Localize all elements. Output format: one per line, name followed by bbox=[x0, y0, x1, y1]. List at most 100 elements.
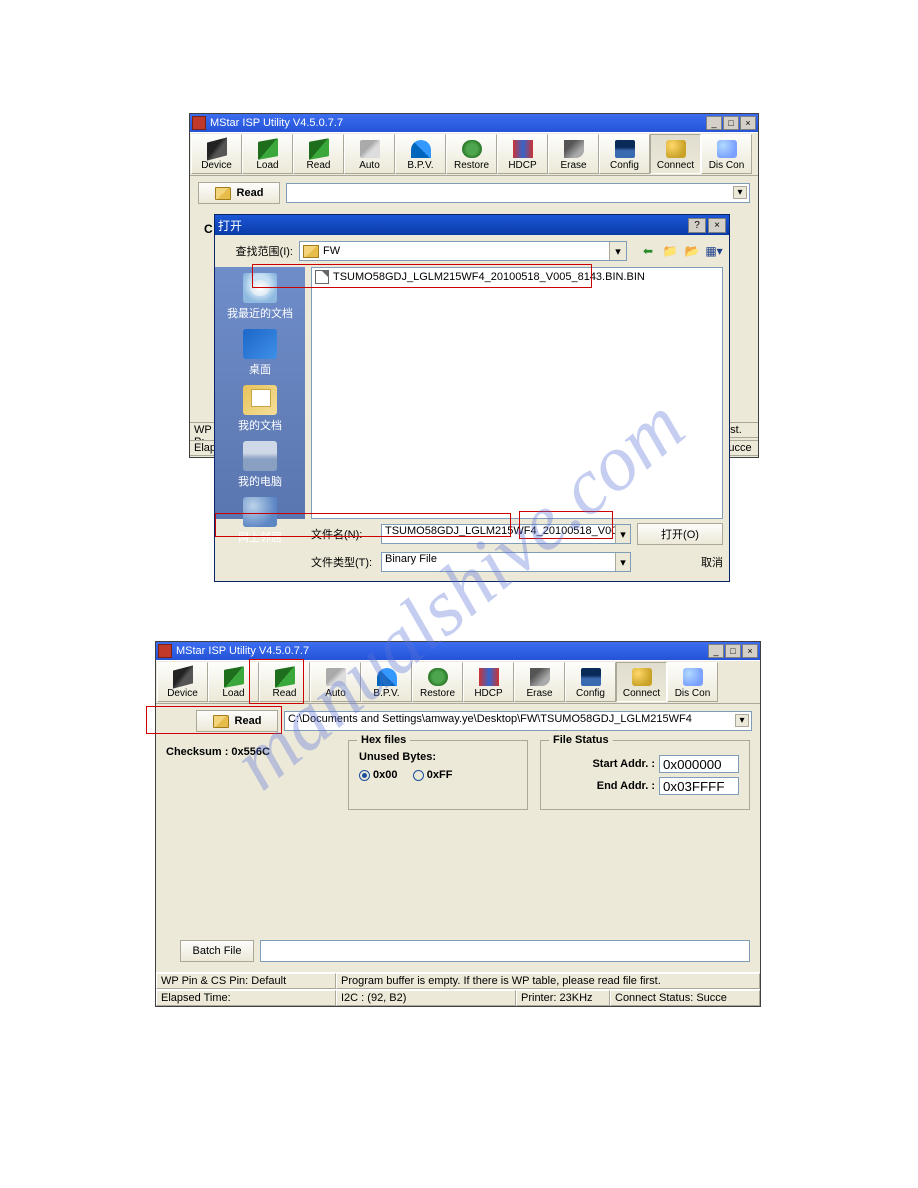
toolbar-label: Device bbox=[201, 160, 232, 171]
radio-icon bbox=[359, 770, 370, 781]
close-button[interactable]: × bbox=[740, 116, 756, 130]
toolbar-erase[interactable]: Erase bbox=[548, 134, 599, 174]
place-desktop[interactable]: 桌面 bbox=[220, 329, 300, 377]
toolbar-connect[interactable]: Connect bbox=[650, 134, 701, 174]
up-icon[interactable]: 📁 bbox=[661, 242, 679, 260]
batch-file-path[interactable] bbox=[260, 940, 750, 962]
toolbar-bpv[interactable]: B.P.V. bbox=[361, 662, 412, 702]
toolbar-device[interactable]: Device bbox=[191, 134, 242, 174]
file-status-title: File Status bbox=[549, 734, 613, 746]
toolbar-label: HDCP bbox=[474, 688, 502, 699]
toolbar-load[interactable]: Load bbox=[242, 134, 293, 174]
toolbar-label: Connect bbox=[623, 688, 660, 699]
lookin-label: 查找范围(I): bbox=[221, 243, 293, 259]
maximize-button[interactable]: □ bbox=[725, 644, 741, 658]
restore-icon bbox=[428, 668, 448, 686]
status-i2c: I2C : (92, B2) bbox=[336, 990, 516, 1006]
toolbar-auto[interactable]: Auto bbox=[344, 134, 395, 174]
radio-0xff[interactable]: 0xFF bbox=[413, 769, 453, 781]
toolbar-label: Device bbox=[167, 688, 198, 699]
dialog-close-button[interactable]: × bbox=[708, 218, 726, 233]
toolbar-read[interactable]: Read bbox=[293, 134, 344, 174]
radio-0x00[interactable]: 0x00 bbox=[359, 769, 397, 781]
lookin-combobox[interactable]: FW bbox=[299, 241, 627, 261]
place-recent[interactable]: 我最近的文档 bbox=[220, 273, 300, 321]
filetype-combobox[interactable]: Binary File bbox=[381, 552, 631, 572]
minimize-button[interactable]: _ bbox=[708, 644, 724, 658]
toolbar-discon[interactable]: Dis Con bbox=[667, 662, 718, 702]
toolbar-discon[interactable]: Dis Con bbox=[701, 134, 752, 174]
toolbar-erase[interactable]: Erase bbox=[514, 662, 565, 702]
file-name: TSUMO58GDJ_LGLM215WF4_20100518_V005_8143… bbox=[333, 271, 645, 283]
toolbar-label: Restore bbox=[420, 688, 455, 699]
dialog-titlebar: 打开 ? × bbox=[215, 215, 729, 235]
window-lower: MStar ISP Utility V4.5.0.7.7 _ □ × Devic… bbox=[155, 641, 761, 1007]
toolbar-config[interactable]: Config bbox=[565, 662, 616, 702]
file-list[interactable]: TSUMO58GDJ_LGLM215WF4_20100518_V005_8143… bbox=[311, 267, 723, 519]
batch-file-button[interactable]: Batch File bbox=[180, 940, 254, 962]
filename-combobox[interactable]: TSUMO58GDJ_LGLM215WF4_20100518_V005_81 bbox=[381, 524, 631, 544]
toolbar-load[interactable]: Load bbox=[208, 662, 259, 702]
window-title: MStar ISP Utility V4.5.0.7.7 bbox=[210, 117, 706, 129]
file-item[interactable]: TSUMO58GDJ_LGLM215WF4_20100518_V005_8143… bbox=[312, 268, 722, 286]
hdcp-icon bbox=[513, 140, 533, 158]
lookin-value: FW bbox=[323, 245, 340, 257]
toolbar-label: Auto bbox=[359, 160, 380, 171]
maximize-button[interactable]: □ bbox=[723, 116, 739, 130]
toolbar-bpv[interactable]: B.P.V. bbox=[395, 134, 446, 174]
cancel-button[interactable]: 取消 bbox=[701, 554, 723, 570]
toolbar-label: Connect bbox=[657, 160, 694, 171]
toolbar-auto[interactable]: Auto bbox=[310, 662, 361, 702]
read-button[interactable]: Read bbox=[198, 182, 280, 204]
book-icon bbox=[258, 138, 278, 160]
start-addr-label: Start Addr. : bbox=[592, 758, 655, 770]
plug-icon bbox=[666, 140, 686, 158]
toolbar-label: Read bbox=[273, 688, 297, 699]
toolbar-label: Config bbox=[610, 160, 639, 171]
start-addr-field[interactable] bbox=[659, 755, 739, 773]
mydocs-icon bbox=[243, 385, 277, 415]
toolbar-restore[interactable]: Restore bbox=[412, 662, 463, 702]
toolbar-device[interactable]: Device bbox=[157, 662, 208, 702]
minimize-button[interactable]: _ bbox=[706, 116, 722, 130]
toolbar-restore[interactable]: Restore bbox=[446, 134, 497, 174]
dialog-help-button[interactable]: ? bbox=[688, 218, 706, 233]
status-bar-row2: Elapsed Time: I2C : (92, B2) Printer: 23… bbox=[156, 989, 760, 1006]
toolbar-label: Dis Con bbox=[709, 160, 745, 171]
newfolder-icon[interactable]: 📂 bbox=[683, 242, 701, 260]
app-icon bbox=[192, 116, 206, 130]
book-icon bbox=[309, 138, 329, 160]
filename-label: 文件名(N): bbox=[311, 526, 375, 542]
plug2-icon bbox=[683, 668, 703, 686]
read-button[interactable]: Read bbox=[196, 710, 278, 732]
plug-icon bbox=[632, 668, 652, 686]
status-elapsed: Elapsed Time: bbox=[156, 990, 336, 1006]
path-combobox[interactable]: C:\Documents and Settings\amway.ye\Deskt… bbox=[284, 711, 752, 731]
back-icon[interactable]: ⬅ bbox=[639, 242, 657, 260]
toolbar-hdcp[interactable]: HDCP bbox=[463, 662, 514, 702]
toolbar-label: Erase bbox=[526, 688, 552, 699]
views-icon[interactable]: ▦▾ bbox=[705, 242, 723, 260]
book-icon bbox=[275, 666, 295, 688]
status-printer: Printer: 23KHz bbox=[516, 990, 610, 1006]
toolbar-config[interactable]: Config bbox=[599, 134, 650, 174]
place-mypc[interactable]: 我的电脑 bbox=[220, 441, 300, 489]
app-icon bbox=[158, 644, 172, 658]
toolbar-label: Config bbox=[576, 688, 605, 699]
window-upper: MStar ISP Utility V4.5.0.7.7 _ □ × Devic… bbox=[189, 113, 759, 458]
place-mydocs[interactable]: 我的文档 bbox=[220, 385, 300, 433]
toolbar-hdcp[interactable]: HDCP bbox=[497, 134, 548, 174]
toolbar-connect[interactable]: Connect bbox=[616, 662, 667, 702]
toolbar-label: Load bbox=[222, 688, 244, 699]
label-c: C bbox=[204, 222, 213, 236]
path-combobox[interactable] bbox=[286, 183, 750, 203]
toolbar-label: Restore bbox=[454, 160, 489, 171]
status-bar-row1: WP Pin & CS Pin: Default Program buffer … bbox=[156, 972, 760, 989]
end-addr-field[interactable] bbox=[659, 777, 739, 795]
checksum-label: Checksum : 0x556C bbox=[166, 746, 270, 758]
open-button[interactable]: 打开(O) bbox=[637, 523, 723, 545]
close-button[interactable]: × bbox=[742, 644, 758, 658]
auto-icon bbox=[360, 140, 380, 158]
toolbar-read[interactable]: Read bbox=[259, 662, 310, 702]
restore-icon bbox=[462, 140, 482, 158]
